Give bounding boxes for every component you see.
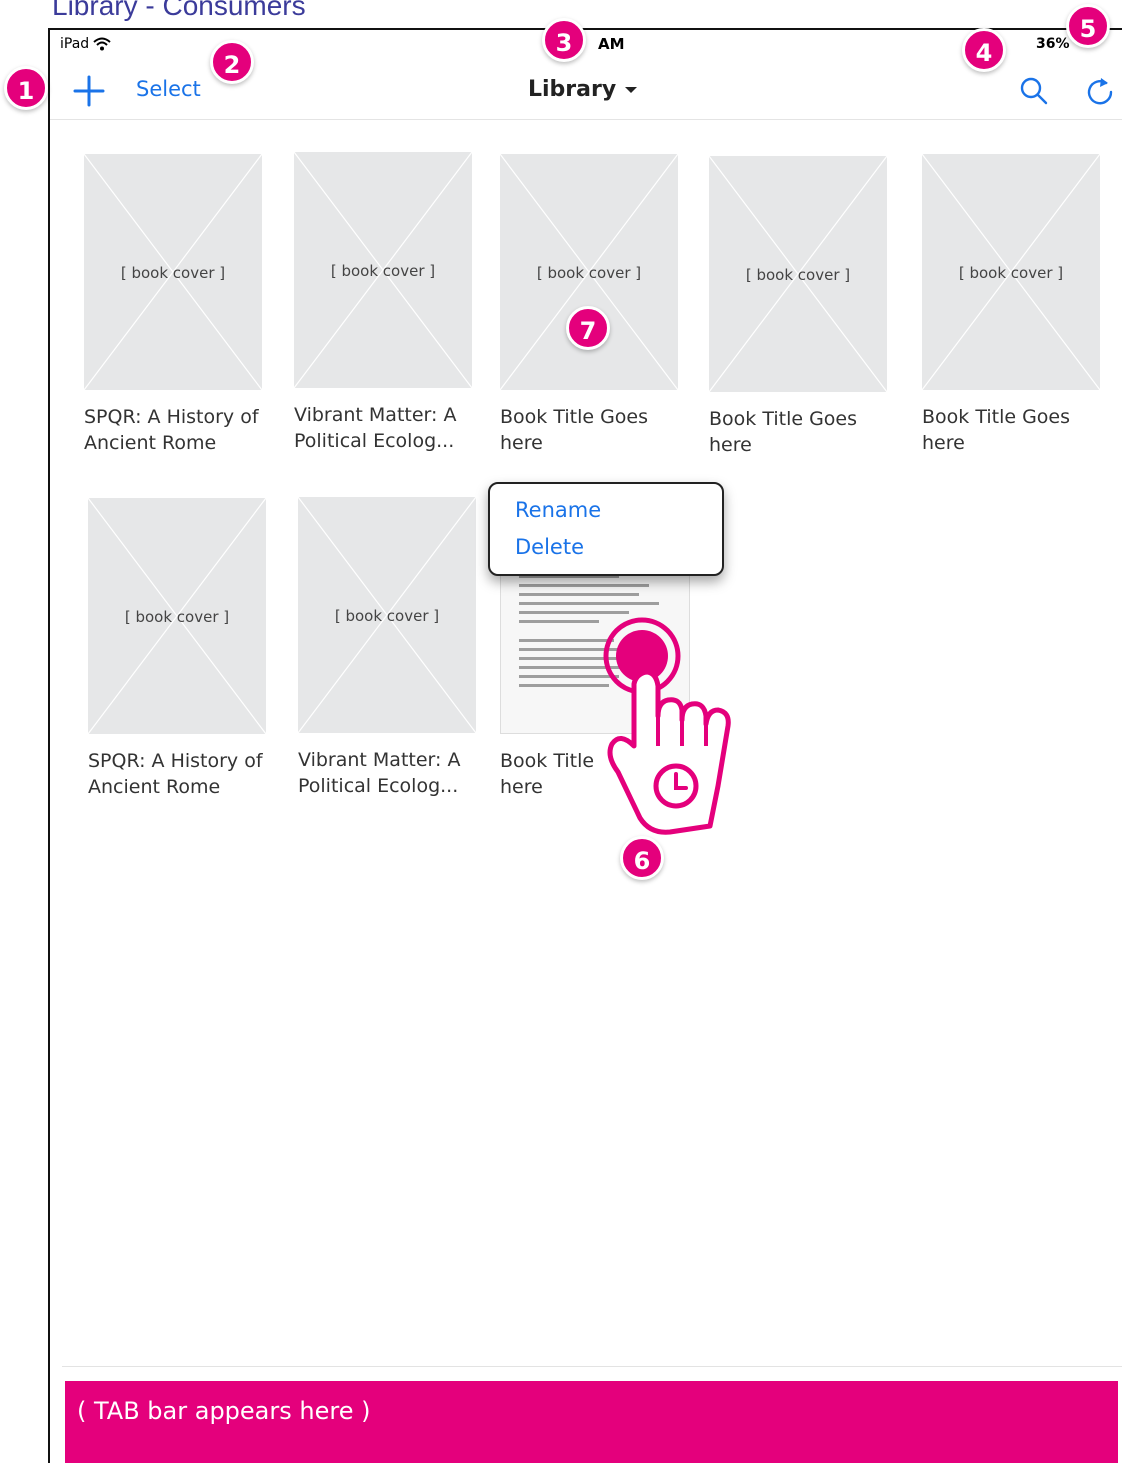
callout-badge: 5: [1066, 4, 1110, 48]
battery-level: 36%: [1036, 36, 1070, 52]
book-item[interactable]: [ book cover ] Book Title Goes here: [500, 154, 680, 456]
callout-badge: 7: [566, 306, 610, 350]
cover-placeholder-label: [ book cover ]: [120, 264, 226, 282]
callout-badge: 4: [962, 28, 1006, 72]
book-title: SPQR: A History of Ancient Rome: [88, 750, 263, 798]
library-dropdown[interactable]: Library: [528, 77, 638, 102]
tab-bar-placeholder: ( TAB bar appears here ): [65, 1381, 1118, 1463]
wifi-icon: [93, 37, 111, 51]
book-item[interactable]: [ book cover ] Vibrant Matter: A Politic…: [294, 152, 474, 454]
cover-placeholder-label: [ book cover ]: [745, 266, 851, 284]
book-title: Vibrant Matter: A Political Ecolog...: [294, 404, 457, 452]
chevron-down-icon: [625, 86, 638, 93]
book-cover[interactable]: [ book cover ]: [709, 156, 887, 392]
book-title: Vibrant Matter: A Political Ecolog...: [298, 749, 461, 797]
status-time: AM: [598, 35, 625, 53]
status-left: iPad: [60, 36, 111, 52]
book-item[interactable]: [ book cover ] Book Title Goes here: [922, 154, 1102, 456]
cover-placeholder-label: [ book cover ]: [334, 607, 440, 625]
book-title: Book Title Goes here: [709, 408, 858, 456]
device-label: iPad: [60, 36, 90, 52]
book-cover[interactable]: [ book cover ]: [294, 152, 472, 388]
book-cover[interactable]: [ book cover ]: [88, 498, 266, 734]
book-cover[interactable]: [ book cover ]: [500, 154, 678, 390]
book-item[interactable]: [ book cover ] Book Title Goes here: [709, 156, 889, 458]
book-cover[interactable]: [ book cover ]: [922, 154, 1100, 390]
book-title: Book Title Goes here: [500, 406, 649, 454]
nav-title-label: Library: [528, 77, 617, 102]
refresh-icon: [1087, 78, 1113, 105]
page-heading: Library - Consumers: [52, 0, 306, 21]
cover-placeholder-label: [ book cover ]: [536, 264, 642, 282]
book-title: Book Title Goes here: [922, 406, 1071, 454]
cover-placeholder-label: [ book cover ]: [958, 264, 1064, 282]
refresh-button[interactable]: [1084, 75, 1116, 107]
cover-placeholder-label: [ book cover ]: [124, 608, 230, 626]
tab-bar-divider: [62, 1366, 1122, 1367]
book-cover[interactable]: [ book cover ]: [84, 154, 262, 390]
callout-badge: 2: [210, 40, 254, 84]
book-item[interactable]: [ book cover ] SPQR: A History of Ancien…: [84, 154, 264, 456]
callout-badge: 6: [620, 836, 664, 880]
search-button[interactable]: [1018, 75, 1050, 107]
book-item[interactable]: [ book cover ] SPQR: A History of Ancien…: [88, 498, 268, 800]
rename-menu-item[interactable]: Rename: [515, 492, 722, 529]
long-press-hand-icon: [603, 617, 731, 835]
add-button[interactable]: [72, 74, 106, 108]
plus-icon: [73, 75, 105, 107]
book-cover[interactable]: [ book cover ]: [298, 497, 476, 733]
book-item[interactable]: [ book cover ] Vibrant Matter: A Politic…: [298, 497, 478, 799]
callout-badge: 1: [4, 66, 48, 110]
callout-badge: 3: [542, 18, 586, 62]
cover-placeholder-label: [ book cover ]: [330, 262, 436, 280]
select-button[interactable]: Select: [136, 77, 201, 101]
book-title: SPQR: A History of Ancient Rome: [84, 406, 259, 454]
context-menu: Rename Delete: [488, 482, 724, 576]
search-icon: [1020, 77, 1048, 105]
delete-menu-item[interactable]: Delete: [515, 529, 722, 566]
